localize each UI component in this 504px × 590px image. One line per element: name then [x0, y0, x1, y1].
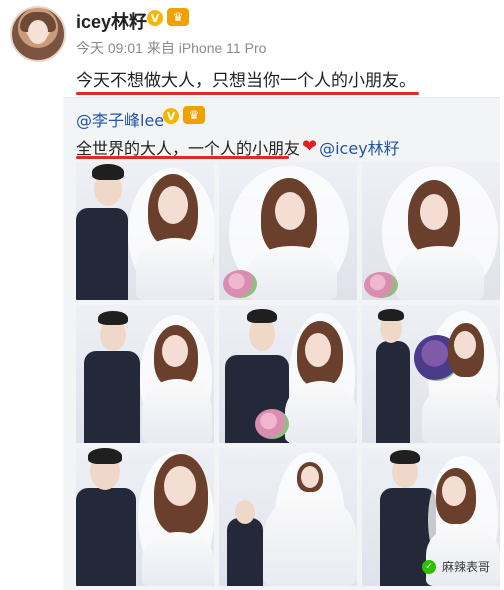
bride-face — [162, 335, 188, 367]
avatar-face — [28, 20, 48, 44]
wechat-icon: ✓ — [422, 559, 436, 574]
watermark: ✓ 麻辣表哥 — [422, 558, 490, 575]
vip-crown-icon: ♛ — [167, 8, 189, 26]
bride-dress — [426, 524, 500, 586]
bride-face — [442, 476, 466, 506]
groom-suit — [76, 488, 136, 586]
quote-underline — [76, 156, 289, 159]
photo-tile-3[interactable] — [362, 162, 500, 300]
status-underline — [76, 92, 419, 95]
groom-face — [235, 500, 255, 524]
verified-badge-icon: V — [147, 10, 163, 26]
bride-face — [420, 194, 448, 230]
groom-suit — [227, 518, 263, 586]
author-avatar[interactable] — [10, 6, 66, 62]
post-status-text: 今天不想做大人，只想当你一个人的小朋友。 — [76, 71, 416, 91]
flowers — [364, 272, 398, 298]
bride-dress — [285, 381, 357, 443]
bride-face — [305, 333, 331, 367]
quoted-vip-crown-icon: ♛ — [183, 106, 205, 124]
photo-tile-4[interactable] — [76, 305, 214, 443]
heart-icon: ❤ — [302, 136, 318, 157]
bride-face — [275, 192, 305, 230]
photo-tile-2[interactable] — [219, 162, 357, 300]
groom-hair — [92, 164, 124, 180]
photo-tile-8[interactable] — [219, 448, 357, 586]
bride-dress — [142, 379, 212, 443]
bride-face — [301, 466, 319, 488]
groom-hair — [247, 309, 277, 323]
bride-dress — [136, 238, 214, 300]
photo-tile-1[interactable] — [76, 162, 214, 300]
bride-dress — [263, 492, 357, 586]
bride-face — [158, 186, 188, 224]
bride-face — [454, 331, 476, 359]
post-meta: 今天 09:01 来自 iPhone 11 Pro — [76, 40, 267, 56]
groom-hair — [98, 311, 128, 325]
groom-hair — [88, 448, 122, 464]
groom-hair — [390, 450, 420, 464]
quoted-mention[interactable]: @icey林籽 — [319, 135, 400, 159]
flowers — [223, 270, 257, 298]
photo-tile-7[interactable] — [76, 448, 214, 586]
groom-suit — [376, 341, 410, 443]
watermark-label: 麻辣表哥 — [442, 560, 491, 574]
groom-suit — [76, 208, 128, 300]
photo-tile-6[interactable] — [362, 305, 500, 443]
quoted-verified-badge-icon: V — [163, 108, 179, 124]
weibo-post: icey林籽 V ♛ 今天 09:01 来自 iPhone 11 Pro 今天不… — [0, 0, 504, 590]
bride-dress — [396, 246, 484, 300]
flowers — [255, 409, 289, 439]
photo-tile-5[interactable] — [219, 305, 357, 443]
groom-suit — [84, 351, 140, 443]
bride-dress — [142, 532, 214, 586]
groom-hair — [378, 309, 404, 321]
quoted-author-handle[interactable]: @李子峰lee — [76, 107, 164, 131]
bride-dress — [422, 383, 500, 443]
author-name[interactable]: icey林籽 — [76, 8, 147, 34]
bride-dress — [247, 246, 337, 300]
bride-face — [164, 466, 196, 506]
